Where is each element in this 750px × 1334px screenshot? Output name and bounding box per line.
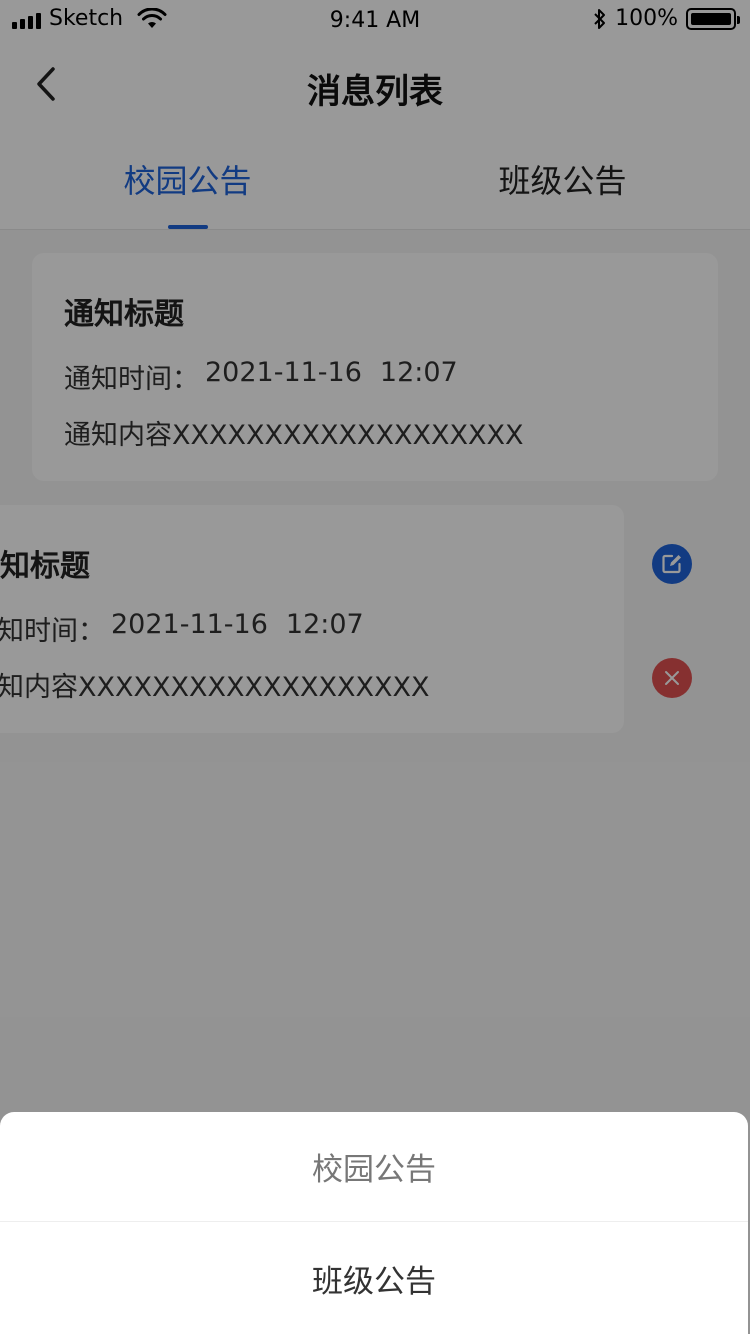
action-sheet-item-campus-notice[interactable]: 校园公告: [0, 1112, 748, 1222]
screen: Sketch 9:41 AM 100% 消息列表 校园公告 班级公告 通知标题 …: [0, 0, 750, 1334]
action-sheet: 校园公告 班级公告: [0, 1112, 748, 1334]
action-sheet-item-class-notice[interactable]: 班级公告: [0, 1223, 748, 1333]
